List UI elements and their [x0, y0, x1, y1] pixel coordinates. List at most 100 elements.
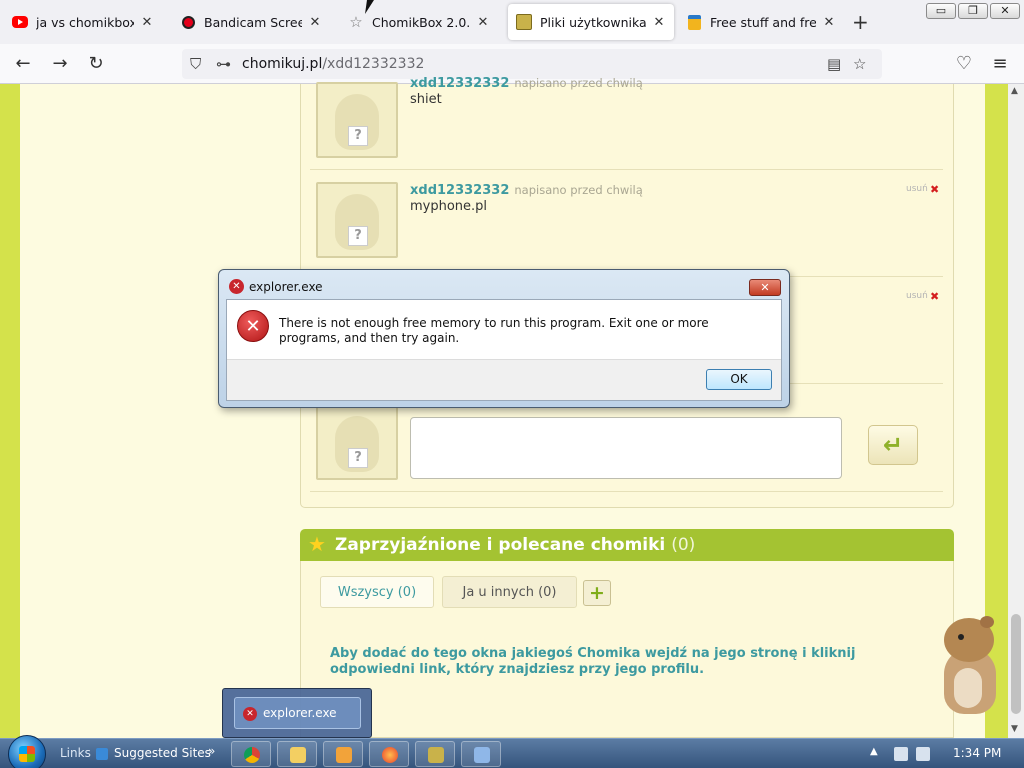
- tab-label: ChomikBox 2.0.8.2 - Pobierz: [372, 14, 470, 30]
- taskbar-chomikbox[interactable]: [415, 741, 455, 767]
- shield-icon[interactable]: ⛉: [190, 55, 201, 73]
- youtube-icon: [12, 14, 28, 30]
- error-dialog: ✕ explorer.exe ✕ ✕ There is not enough f…: [218, 269, 790, 408]
- error-icon: ✕: [229, 279, 244, 294]
- remove-comment-link[interactable]: usuń: [906, 291, 928, 301]
- tab-bar: ja vs chomikbox - YouTube ✕ Bandicam Scr…: [0, 0, 1024, 44]
- lock-icon[interactable]: ⊶: [216, 55, 231, 73]
- avatar[interactable]: ?: [316, 82, 398, 158]
- friends-count: (0): [671, 535, 696, 555]
- url-path: /xdd12332332: [322, 56, 425, 72]
- tab-free-stuff[interactable]: Free stuff and free shipping ✕: [678, 4, 844, 40]
- app-icon: [474, 747, 490, 763]
- folder-icon: [290, 747, 306, 763]
- friends-panel-header: ★ Zaprzyjaźnione i polecane chomiki (0): [300, 529, 954, 561]
- dialog-close-button[interactable]: ✕: [749, 279, 781, 296]
- avatar[interactable]: ?: [316, 182, 398, 258]
- scroll-up-icon[interactable]: ▲: [1011, 86, 1018, 96]
- comment-textarea[interactable]: [410, 417, 842, 479]
- bookmark-star-icon[interactable]: ☆: [853, 55, 866, 73]
- dialog-client: ✕ There is not enough free memory to run…: [226, 299, 782, 401]
- submit-comment-button[interactable]: ↵: [868, 425, 918, 465]
- suggested-sites-link[interactable]: Suggested Sites: [114, 746, 211, 760]
- taskbar-chrome[interactable]: [231, 741, 271, 767]
- taskbar-explorer[interactable]: [277, 741, 317, 767]
- shopping-bag-icon: [686, 14, 702, 30]
- dialog-message-area: ✕ There is not enough free memory to run…: [227, 300, 781, 360]
- pocket-icon[interactable]: ♡: [953, 53, 975, 75]
- links-toolbar-label[interactable]: Links: [60, 746, 91, 760]
- tray-expand-icon[interactable]: ▲: [870, 746, 878, 757]
- forward-icon[interactable]: →: [49, 53, 71, 75]
- tab-label: Free stuff and free shipping: [710, 14, 816, 30]
- remove-comment-link[interactable]: usuń: [906, 184, 928, 194]
- new-tab-button[interactable]: +: [852, 10, 869, 34]
- close-icon[interactable]: ✕: [476, 15, 490, 30]
- star-icon: ★: [308, 532, 326, 556]
- tab-all-friends[interactable]: Wszyscy (0): [320, 576, 434, 608]
- tab-chomikbox[interactable]: ☆ ChomikBox 2.0.8.2 - Pobierz ✕: [340, 4, 498, 40]
- delete-icon[interactable]: ✖: [930, 183, 939, 196]
- url-text[interactable]: chomikuj.pl/xdd12332332: [242, 56, 424, 72]
- taskbar-app[interactable]: [461, 741, 501, 767]
- reader-view-icon[interactable]: ▤: [827, 55, 841, 73]
- taskbar-firefox[interactable]: [369, 741, 409, 767]
- thumbnail-item-explorer[interactable]: ✕ explorer.exe: [234, 697, 361, 729]
- comment-text: shiet: [410, 92, 442, 107]
- tab-chomikuj-active[interactable]: Pliki użytkownika xdd12332332 ✕: [508, 4, 674, 40]
- close-icon[interactable]: ✕: [308, 15, 322, 30]
- toolbar-chevron-icon[interactable]: »: [208, 744, 215, 758]
- menu-icon[interactable]: ≡: [989, 53, 1011, 75]
- comment-text: myphone.pl: [410, 199, 488, 214]
- minimize-button[interactable]: ▭: [926, 3, 956, 19]
- tab-bandicam[interactable]: Bandicam Screen Recorder ✕: [172, 4, 330, 40]
- dialog-message: There is not enough free memory to run t…: [279, 316, 709, 345]
- comment-meta: napisano przed chwilą: [514, 183, 643, 197]
- tab-me-in-others[interactable]: Ja u innych (0): [442, 576, 577, 608]
- taskbar-media-player[interactable]: [323, 741, 363, 767]
- chomikuj-icon: [516, 14, 532, 30]
- volume-muted-icon[interactable]: [916, 747, 930, 761]
- url-domain: chomikuj.pl: [242, 56, 323, 72]
- hamster-mascot[interactable]: [918, 612, 1008, 720]
- start-button[interactable]: [8, 735, 46, 768]
- close-icon[interactable]: ✕: [140, 15, 154, 30]
- comment-author[interactable]: xdd12332332 napisano przed chwilą: [410, 183, 643, 198]
- bandicam-icon: [180, 14, 196, 30]
- restore-button[interactable]: ❐: [958, 3, 988, 19]
- scroll-down-icon[interactable]: ▼: [1011, 724, 1018, 734]
- delete-icon[interactable]: ✖: [930, 290, 939, 303]
- close-icon[interactable]: ✕: [652, 15, 666, 30]
- star-icon: ☆: [349, 13, 363, 31]
- close-icon[interactable]: ✕: [822, 15, 836, 30]
- ie-icon: [96, 748, 108, 760]
- ok-button[interactable]: OK: [706, 369, 772, 390]
- add-friend-button[interactable]: +: [583, 580, 611, 606]
- window-close-button[interactable]: ✕: [990, 3, 1020, 19]
- tab-youtube[interactable]: ja vs chomikbox - YouTube ✕: [4, 4, 162, 40]
- thumbnail-label: explorer.exe: [263, 706, 337, 720]
- friends-info-text: Aby dodać do tego okna jakiegoś Chomika …: [330, 646, 856, 677]
- error-icon: ✕: [237, 310, 269, 342]
- tab-label: ja vs chomikbox - YouTube: [36, 14, 134, 30]
- comment-meta: napisano przed chwilą: [514, 76, 643, 90]
- chomikbox-icon: [428, 747, 444, 763]
- firefox-icon: [382, 747, 398, 763]
- url-bar[interactable]: ⛉ ⊶ chomikuj.pl/xdd12332332 ▤ ☆: [182, 49, 882, 79]
- taskbar: Links Suggested Sites » ▲ 1:34 PM: [0, 735, 1024, 768]
- page-scrollbar[interactable]: ▲ ▼: [1008, 84, 1024, 738]
- comment-author[interactable]: xdd12332332 napisano przed chwilą: [410, 76, 643, 91]
- taskbar-thumbnail-popup: ✕ explorer.exe: [222, 688, 372, 738]
- clock[interactable]: 1:34 PM: [953, 746, 1001, 760]
- tab-label: Bandicam Screen Recorder: [204, 14, 302, 30]
- avatar: ?: [316, 404, 398, 480]
- network-icon[interactable]: [894, 747, 908, 761]
- back-icon[interactable]: ←: [12, 53, 34, 75]
- reload-icon[interactable]: ↻: [85, 53, 107, 75]
- error-icon: ✕: [243, 707, 257, 721]
- comment-item: [310, 84, 943, 170]
- tab-label: Pliki użytkownika xdd12332332: [540, 14, 646, 30]
- friends-panel-title: Zaprzyjaźnione i polecane chomiki (0): [335, 535, 696, 555]
- scroll-thumb[interactable]: [1011, 614, 1021, 714]
- media-player-icon: [336, 747, 352, 763]
